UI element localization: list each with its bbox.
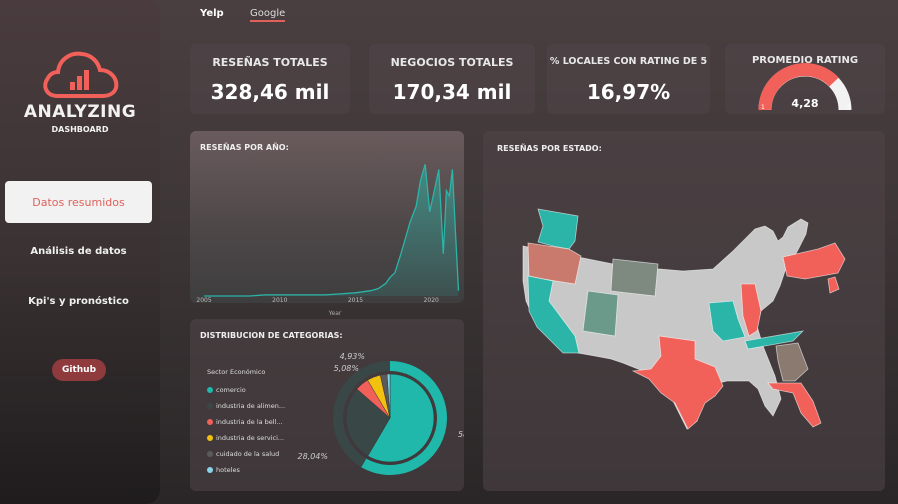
- gauge-min: 1: [761, 104, 765, 111]
- cloud-chart-icon: [43, 51, 119, 98]
- us-states-map: [522, 208, 846, 430]
- state-utah: [582, 290, 619, 337]
- nav-kpis-pronostico[interactable]: Kpi's y pronóstico: [5, 280, 152, 322]
- kpi-card-resenas: RESEÑAS TOTALES 328,46 mil: [190, 44, 350, 114]
- x-tick-label: 2005: [196, 297, 211, 304]
- x-tick-label: 2020: [424, 297, 439, 304]
- categories-panel: DISTRIBUCION DE CATEGORIAS: Sector Econó…: [190, 319, 464, 491]
- nav-analisis-datos[interactable]: Análisis de datos: [5, 230, 152, 272]
- nav-datos-resumidos[interactable]: Datos resumidos: [5, 181, 152, 223]
- brand-title: ANALYZING: [23, 102, 137, 122]
- kpi-value: 170,34 mil: [392, 80, 512, 104]
- x-axis-label: Year: [328, 310, 342, 317]
- rating-gauge-card: PROMEDIO RATING 4,28 1 5: [725, 44, 885, 114]
- github-button[interactable]: Github: [52, 359, 106, 381]
- gauge-max: 5: [847, 104, 851, 111]
- kpi-value: 16,97%: [586, 80, 671, 104]
- x-tick-label: 2010: [272, 297, 287, 304]
- kpi-card-rating5: % LOCALES CON RATING DE 5 16,97%: [547, 44, 710, 114]
- kpi-title: % LOCALES CON RATING DE 5: [549, 56, 708, 67]
- state-georgia: [775, 342, 809, 382]
- data-label: 58,4%: [458, 430, 464, 439]
- kpi-title: NEGOCIOS TOTALES: [390, 56, 514, 69]
- sidebar: ANALYZING DASHBOARD Datos resumidos Anál…: [0, 0, 160, 504]
- reviews-by-year-chart: 2005 2010 2015 2020 Year: [196, 164, 460, 317]
- data-label: 5,08%: [334, 364, 359, 373]
- tab-yelp[interactable]: Yelp: [200, 8, 224, 19]
- state-new-jersey: [827, 276, 840, 294]
- reviews-by-state-panel: RESEÑAS POR ESTADO:: [483, 131, 885, 491]
- rating-gauge: 4,28 1 5: [758, 63, 852, 111]
- categories-donut: 58,4% 28,04% 5,08% 4,93%: [297, 352, 464, 475]
- tab-google[interactable]: Google: [250, 8, 286, 22]
- data-label: 28,04%: [297, 452, 328, 461]
- state-wyoming: [610, 258, 659, 297]
- kpi-title: RESEÑAS TOTALES: [212, 56, 328, 69]
- brand-subtitle: DASHBOARD: [51, 125, 109, 134]
- kpi-card-negocios: NEGOCIOS TOTALES 170,34 mil: [369, 44, 535, 114]
- state-washington: [537, 208, 579, 250]
- reviews-by-year-panel: RESEÑAS POR AÑO: 2005 2010 2015 2020 Year: [190, 131, 464, 317]
- gauge-value: 4,28: [791, 97, 818, 110]
- data-label: 4,93%: [340, 352, 365, 361]
- x-tick-label: 2015: [348, 297, 363, 304]
- kpi-value: 328,46 mil: [210, 80, 330, 104]
